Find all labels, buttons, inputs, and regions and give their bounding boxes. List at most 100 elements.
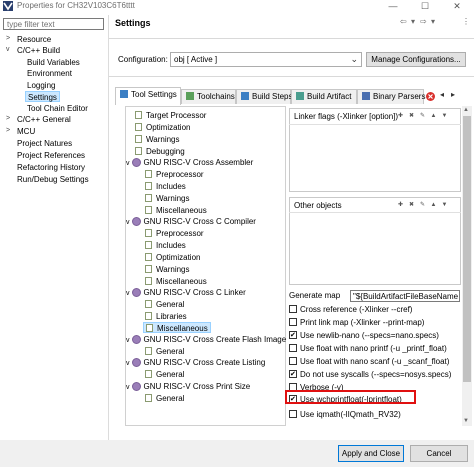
scroll-up-icon[interactable]: ▲: [463, 107, 469, 113]
close-button[interactable]: ✕: [442, 0, 472, 13]
cancel-button[interactable]: Cancel: [410, 445, 468, 462]
nav-item-cc-general[interactable]: C/C++ General: [17, 114, 71, 125]
nav-item-mcu[interactable]: MCU: [17, 126, 35, 137]
nav-item-resource[interactable]: Resource: [17, 34, 51, 45]
error-icon[interactable]: [426, 92, 435, 101]
delete-icon[interactable]: ✖: [407, 201, 416, 209]
tree-item-preprocessor[interactable]: Preprocessor: [145, 228, 204, 239]
edit-icon[interactable]: ✎: [418, 112, 427, 120]
tree-item-includes[interactable]: Includes: [145, 240, 186, 251]
manage-configurations-button[interactable]: Manage Configurations...: [366, 52, 466, 67]
option-nano-scanf-float[interactable]: Use float with nano scanf (-u _scanf_flo…: [289, 356, 449, 367]
tree-group-print-size[interactable]: v GNU RISC-V Cross Print Size: [126, 381, 250, 392]
move-up-icon[interactable]: ▲: [429, 201, 438, 209]
tree-item-preprocessor[interactable]: Preprocessor: [145, 169, 204, 180]
collapse-arrow-icon[interactable]: v: [126, 384, 130, 391]
nav-item-logging[interactable]: Logging: [27, 80, 55, 91]
forward-arrow-icon[interactable]: ⇨: [420, 17, 427, 26]
checkbox-checked[interactable]: [289, 330, 297, 341]
tree-group-assembler[interactable]: v GNU RISC-V Cross Assembler: [126, 157, 253, 168]
expand-arrow-icon[interactable]: >: [6, 127, 10, 134]
tree-item-includes[interactable]: Includes: [145, 181, 186, 192]
tree-item-miscellaneous[interactable]: Miscellaneous: [145, 205, 207, 216]
tree-item-general[interactable]: General: [145, 346, 184, 357]
tab-tool-settings[interactable]: Tool Settings: [115, 87, 181, 105]
add-icon[interactable]: ✚: [396, 201, 405, 209]
tree-item-optimization[interactable]: Optimization: [135, 122, 190, 133]
tab-scroll-left-icon[interactable]: ◂: [440, 90, 444, 99]
tab-toolchains[interactable]: Toolchains: [181, 89, 236, 104]
tree-item-miscellaneous[interactable]: Miscellaneous: [145, 276, 207, 287]
tree-group-c-linker[interactable]: v GNU RISC-V Cross C Linker: [126, 287, 246, 298]
move-up-icon[interactable]: ▲: [429, 112, 438, 120]
forward-menu-icon[interactable]: ▾: [431, 17, 435, 26]
view-menu-icon[interactable]: ⋮: [462, 17, 470, 26]
configuration-select[interactable]: obj [ Active ] ⌄: [170, 52, 362, 67]
tree-item-optimization[interactable]: Optimization: [145, 252, 200, 263]
nav-item-project-references[interactable]: Project References: [17, 150, 85, 161]
tree-item-debugging[interactable]: Debugging: [135, 146, 185, 157]
maximize-button[interactable]: ☐: [410, 0, 440, 13]
checkbox[interactable]: [289, 357, 297, 365]
tree-item-libraries[interactable]: Libraries: [145, 311, 187, 322]
checkbox[interactable]: [289, 344, 297, 352]
back-arrow-icon[interactable]: ⇦: [400, 17, 407, 26]
edit-icon[interactable]: ✎: [418, 201, 427, 209]
option-newlib-nano[interactable]: Use newlib-nano (--specs=nano.specs): [289, 330, 439, 341]
nav-item-settings[interactable]: Settings: [25, 91, 60, 102]
tree-item-general[interactable]: General: [145, 369, 184, 380]
back-menu-icon[interactable]: ▾: [411, 17, 415, 26]
collapse-arrow-icon[interactable]: v: [126, 160, 130, 167]
tree-group-create-flash-image[interactable]: v GNU RISC-V Cross Create Flash Image: [126, 334, 286, 345]
option-iqmath[interactable]: Use iqmath(-lIQmath_RV32): [289, 409, 401, 420]
move-down-icon[interactable]: ▼: [440, 201, 449, 209]
tree-item-miscellaneous-selected[interactable]: Miscellaneous: [143, 322, 211, 333]
generate-map-input[interactable]: "${BuildArtifactFileBaseName: [350, 290, 460, 302]
folder-icon: [145, 347, 152, 355]
collapse-arrow-icon[interactable]: v: [126, 290, 130, 297]
delete-icon[interactable]: ✖: [407, 112, 416, 120]
collapse-arrow-icon[interactable]: v: [126, 360, 130, 367]
collapse-arrow-icon[interactable]: v: [126, 219, 130, 226]
expand-arrow-icon[interactable]: >: [6, 35, 10, 42]
checkbox[interactable]: [289, 305, 297, 313]
tab-build-artifact[interactable]: Build Artifact: [291, 89, 357, 104]
option-nano-printf-float[interactable]: Use float with nano printf (-u _printf_f…: [289, 343, 447, 354]
option-print-link-map[interactable]: Print link map (-Xlinker --print-map): [289, 317, 424, 328]
move-down-icon[interactable]: ▼: [440, 112, 449, 120]
tab-scroll-right-icon[interactable]: ▸: [451, 90, 455, 99]
tree-group-create-listing[interactable]: v GNU RISC-V Cross Create Listing: [126, 357, 265, 368]
checkbox[interactable]: [289, 410, 297, 418]
checkbox-checked[interactable]: [289, 369, 297, 380]
tree-group-c-compiler[interactable]: v GNU RISC-V Cross C Compiler: [126, 216, 256, 227]
scroll-down-icon[interactable]: ▼: [463, 418, 469, 424]
nav-item-build-variables[interactable]: Build Variables: [27, 57, 80, 68]
scrollbar-thumb[interactable]: [463, 116, 471, 382]
checkbox[interactable]: [289, 318, 297, 326]
expand-arrow-icon[interactable]: >: [6, 115, 10, 122]
nav-item-run-debug-settings[interactable]: Run/Debug Settings: [17, 174, 89, 185]
tab-binary-parsers[interactable]: Binary Parsers: [357, 89, 425, 104]
minimize-button[interactable]: —: [378, 0, 408, 13]
option-no-syscalls[interactable]: Do not use syscalls (--specs=nosys.specs…: [289, 369, 451, 380]
linker-flags-field[interactable]: [291, 126, 459, 190]
nav-item-refactoring-history[interactable]: Refactoring History: [17, 162, 85, 173]
tree-item-warnings[interactable]: Warnings: [145, 193, 190, 204]
tree-item-warnings[interactable]: Warnings: [145, 264, 190, 275]
nav-item-project-natures[interactable]: Project Natures: [17, 138, 72, 149]
collapse-arrow-icon[interactable]: v: [6, 46, 10, 53]
option-cross-reference[interactable]: Cross reference (-Xlinker --cref): [289, 304, 412, 315]
add-icon[interactable]: ✚: [396, 112, 405, 120]
apply-and-close-button[interactable]: Apply and Close: [338, 445, 404, 462]
tree-item-warnings[interactable]: Warnings: [135, 134, 180, 145]
collapse-arrow-icon[interactable]: v: [126, 337, 130, 344]
pane-divider[interactable]: [108, 15, 109, 441]
tree-item-general[interactable]: General: [145, 393, 184, 404]
nav-item-tool-chain-editor[interactable]: Tool Chain Editor: [27, 103, 88, 114]
tab-build-steps[interactable]: Build Steps: [236, 89, 292, 104]
nav-item-environment[interactable]: Environment: [27, 68, 72, 79]
nav-item-cc-build[interactable]: C/C++ Build: [17, 45, 60, 56]
filter-input[interactable]: type filter text: [3, 18, 104, 30]
tree-item-general[interactable]: General: [145, 299, 184, 310]
tree-item-target-processor[interactable]: Target Processor: [135, 110, 206, 121]
